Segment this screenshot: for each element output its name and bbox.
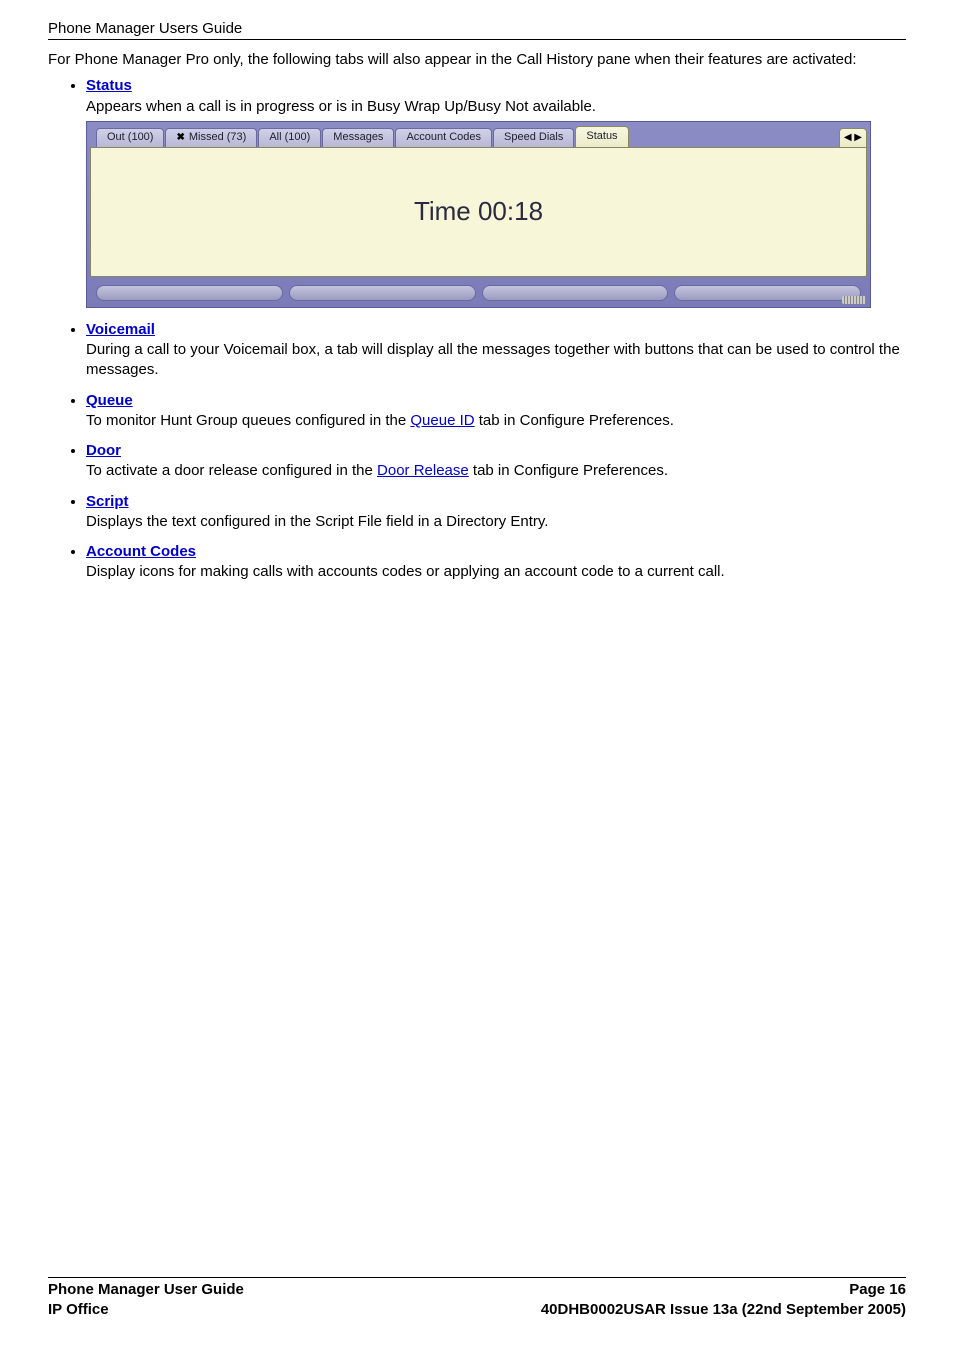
header-rule xyxy=(48,39,906,40)
tab-messages-label: Messages xyxy=(333,130,383,145)
running-header: Phone Manager Users Guide xyxy=(48,20,906,39)
account-codes-desc: Display icons for making calls with acco… xyxy=(86,563,725,580)
account-codes-link[interactable]: Account Codes xyxy=(86,543,196,560)
page-body: Phone Manager Users Guide For Phone Mana… xyxy=(0,0,954,583)
arrows-icon: ◀ ▶ xyxy=(844,131,862,145)
resize-grip-icon[interactable] xyxy=(842,296,866,304)
footer-right-top: Page 16 xyxy=(849,1280,906,1300)
footer-right-bottom: 40DHB0002USAR Issue 13a (22nd September … xyxy=(541,1300,906,1320)
tab-out[interactable]: Out (100) xyxy=(96,128,164,147)
tab-status[interactable]: Status xyxy=(575,126,628,147)
queue-id-link[interactable]: Queue ID xyxy=(410,412,474,429)
tab-speed-dials-label: Speed Dials xyxy=(504,130,563,145)
voicemail-link[interactable]: Voicemail xyxy=(86,321,155,338)
tab-strip: Out (100) ✖ Missed (73) All (100) Messag… xyxy=(90,125,867,147)
status-bar xyxy=(90,285,867,301)
queue-desc-pre: To monitor Hunt Group queues configured … xyxy=(86,412,410,429)
list-item-voicemail: Voicemail During a call to your Voicemai… xyxy=(86,320,906,381)
tab-messages[interactable]: Messages xyxy=(322,128,394,147)
status-segment xyxy=(289,285,476,301)
queue-link[interactable]: Queue xyxy=(86,392,133,409)
status-desc: Appears when a call is in progress or is… xyxy=(86,98,596,115)
script-desc: Displays the text configured in the Scri… xyxy=(86,513,548,530)
tab-status-label: Status xyxy=(586,129,617,144)
door-desc-post: tab in Configure Preferences. xyxy=(469,462,668,479)
door-release-link[interactable]: Door Release xyxy=(377,462,469,479)
status-link[interactable]: Status xyxy=(86,77,132,94)
footer-row-2: IP Office 40DHB0002USAR Issue 13a (22nd … xyxy=(48,1300,906,1320)
tab-account-codes[interactable]: Account Codes xyxy=(395,128,492,147)
queue-desc-post: tab in Configure Preferences. xyxy=(475,412,674,429)
list-item-door: Door To activate a door release configur… xyxy=(86,441,906,482)
status-segment xyxy=(96,285,283,301)
door-desc-pre: To activate a door release configured in… xyxy=(86,462,377,479)
page-footer: Phone Manager User Guide Page 16 IP Offi… xyxy=(48,1277,906,1319)
footer-row-1: Phone Manager User Guide Page 16 xyxy=(48,1280,906,1300)
status-screenshot: Out (100) ✖ Missed (73) All (100) Messag… xyxy=(86,121,871,308)
footer-left-top: Phone Manager User Guide xyxy=(48,1280,244,1300)
voicemail-desc: During a call to your Voicemail box, a t… xyxy=(86,341,900,378)
tab-all[interactable]: All (100) xyxy=(258,128,321,147)
tab-missed-label: Missed (73) xyxy=(189,130,246,145)
tab-account-codes-label: Account Codes xyxy=(406,130,481,145)
tab-missed[interactable]: ✖ Missed (73) xyxy=(165,128,257,147)
call-time-display: Time 00:18 xyxy=(414,194,543,229)
list-item-queue: Queue To monitor Hunt Group queues confi… xyxy=(86,391,906,432)
tab-all-label: All (100) xyxy=(269,130,310,145)
tab-out-label: Out (100) xyxy=(107,130,153,145)
intro-paragraph: For Phone Manager Pro only, the followin… xyxy=(48,50,906,70)
footer-left-bottom: IP Office xyxy=(48,1300,109,1320)
status-segment xyxy=(674,285,861,301)
list-item-script: Script Displays the text configured in t… xyxy=(86,492,906,533)
list-item-account-codes: Account Codes Display icons for making c… xyxy=(86,542,906,583)
tab-speed-dials[interactable]: Speed Dials xyxy=(493,128,574,147)
door-link[interactable]: Door xyxy=(86,442,121,459)
footer-rule xyxy=(48,1277,906,1278)
status-segment xyxy=(482,285,669,301)
feature-list: Status Appears when a call is in progres… xyxy=(48,76,906,582)
list-item-status: Status Appears when a call is in progres… xyxy=(86,76,906,308)
tab-scroll-arrows[interactable]: ◀ ▶ xyxy=(839,128,867,147)
x-icon: ✖ xyxy=(176,131,184,145)
status-content-pane: Time 00:18 xyxy=(90,147,867,277)
script-link[interactable]: Script xyxy=(86,493,129,510)
